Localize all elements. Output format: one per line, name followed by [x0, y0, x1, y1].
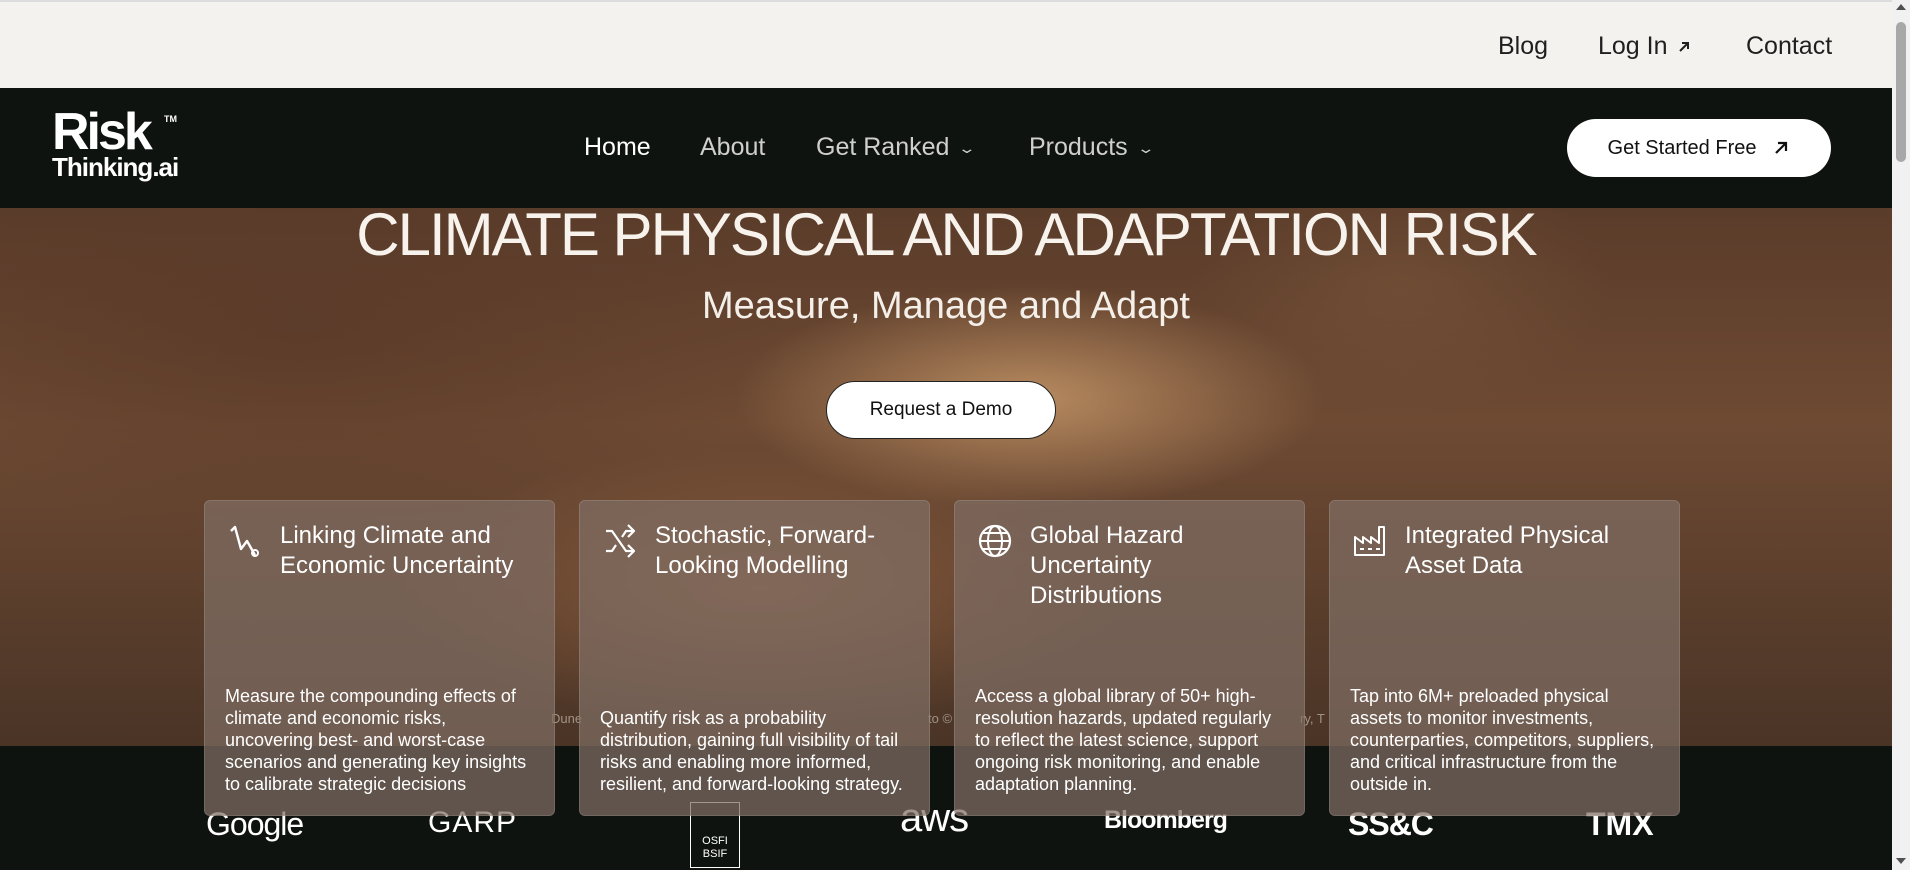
arrow-up-right-icon	[1678, 42, 1689, 53]
feature-card-title: Global Hazard Uncertainty Distributions	[1030, 522, 1184, 609]
get-started-label: Get Started Free	[1607, 136, 1757, 159]
scrollbar-thumb[interactable]	[1896, 22, 1906, 162]
nav-about[interactable]: About	[700, 133, 765, 162]
chevron-down-icon: ⌄	[1136, 139, 1155, 156]
blog-link[interactable]: Blog	[1498, 32, 1548, 61]
globe-icon	[978, 524, 1012, 558]
nav-products-label: Products	[1029, 133, 1128, 161]
bsif-logo-text: BSIF	[702, 848, 728, 860]
feature-card: Linking Climate and Economic Uncertainty…	[204, 500, 555, 816]
feature-card: Stochastic, Forward-Looking Modelling Qu…	[579, 500, 930, 816]
photo-credit-fragment: Dune	[551, 711, 583, 726]
factory-icon	[1354, 526, 1385, 556]
hero-title: CLIMATE PHYSICAL AND ADAPTATION RISK	[356, 208, 1537, 268]
nav-products[interactable]: Products ⌄	[1029, 133, 1155, 162]
utility-bar: Blog Log In Contact	[0, 0, 1892, 88]
trademark-mark: TM	[164, 114, 177, 124]
contact-link[interactable]: Contact	[1746, 32, 1832, 61]
feature-card-description: Measure the compounding effects of clima…	[225, 686, 527, 794]
brand-line-2: Thinking.ai	[52, 152, 179, 182]
login-link[interactable]: Log In	[1598, 32, 1692, 61]
scrollbar[interactable]	[1892, 0, 1910, 870]
brand-line-1: Risk	[52, 103, 153, 161]
feature-card-description: Quantify risk as a probability distribut…	[600, 708, 903, 794]
feature-card-title: Stochastic, Forward-Looking Modelling	[655, 522, 876, 579]
main-nav: Risk TM Thinking.ai Home About Get Ranke…	[0, 88, 1892, 208]
chevron-down-icon: ⌄	[957, 139, 977, 156]
feature-card-title: Integrated Physical Asset Data	[1405, 522, 1610, 579]
photo-credit-fragment: to ©	[928, 711, 953, 726]
arrow-up-right-icon	[1775, 141, 1788, 154]
hero-subtitle: Measure, Manage and Adapt	[701, 285, 1190, 327]
get-started-button[interactable]: Get Started Free	[1567, 119, 1831, 177]
nav-home[interactable]: Home	[584, 133, 651, 162]
osfi-logo-text: OSFI	[702, 835, 728, 847]
nav-get-ranked-label: Get Ranked	[816, 133, 950, 161]
request-demo-button[interactable]: Request a Demo	[826, 381, 1056, 439]
scroll-up-icon[interactable]	[1896, 4, 1906, 10]
nav-get-ranked[interactable]: Get Ranked ⌄	[816, 133, 977, 162]
feature-card: Global Hazard Uncertainty Distributions …	[954, 500, 1305, 816]
feature-card-title: Linking Climate and Economic Uncertainty	[280, 522, 514, 579]
shuffle-icon	[606, 524, 636, 558]
activity-icon	[230, 525, 259, 557]
feature-card: Integrated Physical Asset Data Tap into …	[1329, 500, 1680, 816]
login-label: Log In	[1598, 32, 1668, 60]
feature-card-description: Access a global library of 50+ high-reso…	[975, 686, 1272, 794]
feature-card-description: Tap into 6M+ preloaded physical assets t…	[1350, 686, 1655, 794]
brand-logo[interactable]: Risk TM Thinking.ai	[52, 103, 182, 186]
scroll-down-icon[interactable]	[1896, 858, 1906, 864]
